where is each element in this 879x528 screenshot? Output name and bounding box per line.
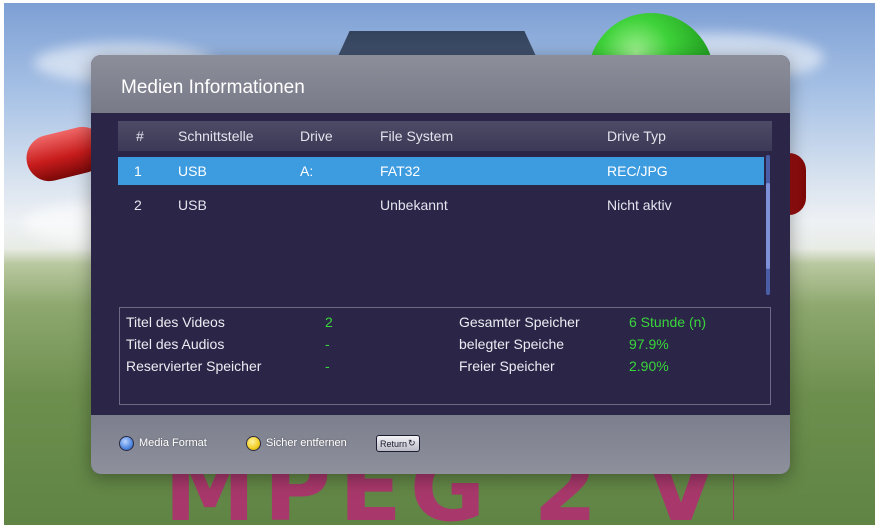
column-header-drive: Drive bbox=[300, 128, 333, 144]
audio-titles-label: Titel des Audios bbox=[126, 336, 225, 352]
list-scrollbar[interactable] bbox=[766, 155, 770, 295]
free-storage-value: 2.90% bbox=[629, 358, 669, 374]
reserved-storage-label: Reservierter Speicher bbox=[126, 358, 262, 374]
return-arrow-icon: ↻ bbox=[408, 438, 416, 448]
column-header-file-system: File System bbox=[380, 128, 454, 144]
table-row[interactable]: 2 USB Unbekannt Nicht aktiv bbox=[118, 191, 764, 219]
media-information-dialog: Medien Informationen # Schnittstelle Dri… bbox=[91, 55, 790, 474]
return-button[interactable]: Return ↻ bbox=[376, 435, 420, 452]
row-file-system: Unbekannt bbox=[380, 197, 448, 213]
dialog-title-bar: Medien Informationen bbox=[91, 55, 790, 113]
media-format-label: Media Format bbox=[139, 437, 207, 449]
row-index: 2 bbox=[134, 197, 142, 213]
video-titles-value: 2 bbox=[325, 314, 333, 330]
row-drive-type: REC/JPG bbox=[607, 163, 668, 179]
row-interface: USB bbox=[178, 163, 207, 179]
row-drive-type: Nicht aktiv bbox=[607, 197, 672, 213]
table-header: # Schnittstelle Drive File System Drive … bbox=[118, 121, 772, 151]
scroll-thumb[interactable] bbox=[766, 183, 770, 269]
column-header-index: # bbox=[136, 128, 144, 144]
row-drive: A: bbox=[300, 163, 314, 179]
table-row[interactable]: 1 USB A: FAT32 REC/JPG bbox=[118, 157, 764, 185]
video-titles-label: Titel des Videos bbox=[126, 314, 225, 330]
row-index: 1 bbox=[134, 163, 142, 179]
used-storage-label: belegter Speiche bbox=[459, 336, 565, 352]
used-storage-value: 97.9% bbox=[629, 336, 669, 352]
total-storage-label: Gesamter Speicher bbox=[459, 314, 580, 330]
reserved-storage-value: - bbox=[325, 358, 330, 374]
media-format-button[interactable]: Media Format bbox=[119, 433, 207, 453]
total-storage-value: 6 Stunde (n) bbox=[629, 314, 707, 330]
column-header-interface: Schnittstelle bbox=[178, 128, 254, 144]
return-label: Return bbox=[380, 438, 408, 449]
blue-key-icon bbox=[119, 435, 134, 451]
safe-remove-button[interactable]: Sicher entfernen bbox=[246, 433, 347, 453]
storage-info-box: Titel des Videos 2 Titel des Audios - Re… bbox=[119, 307, 771, 405]
row-file-system: FAT32 bbox=[380, 163, 421, 179]
column-header-drive-type: Drive Typ bbox=[607, 128, 666, 144]
free-storage-label: Freier Speicher bbox=[459, 358, 555, 374]
dialog-title: Medien Informationen bbox=[121, 77, 305, 98]
yellow-key-icon bbox=[246, 435, 261, 451]
safe-remove-label: Sicher entfernen bbox=[266, 437, 347, 449]
audio-titles-value: - bbox=[325, 336, 330, 352]
row-interface: USB bbox=[178, 197, 207, 213]
